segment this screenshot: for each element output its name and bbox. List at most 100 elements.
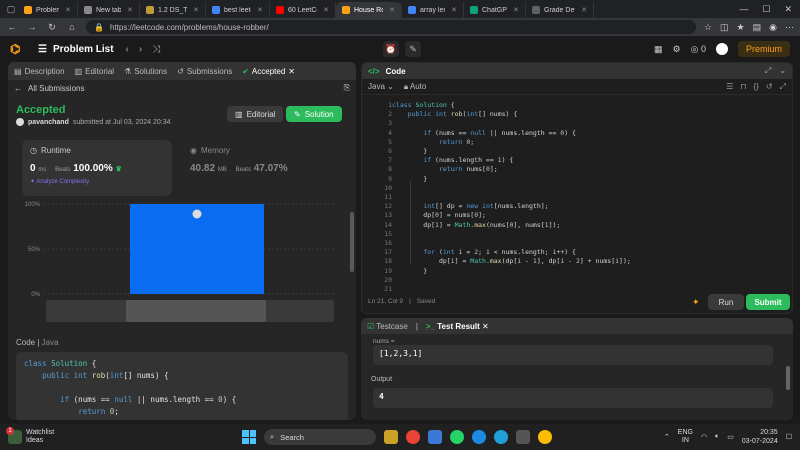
browser-tab[interactable]: 60 LeetCode ✕ <box>270 2 336 18</box>
browser-tab[interactable]: Problems - L ✕ <box>18 2 78 18</box>
close-window-icon[interactable]: ✕ <box>784 4 792 15</box>
notifications-icon[interactable]: ☐ <box>786 433 792 441</box>
reload-icon[interactable]: ↻ <box>46 22 58 33</box>
language-indicator[interactable]: ENG IN <box>678 429 693 445</box>
minimize-icon[interactable]: — <box>739 4 748 15</box>
file-explorer-icon[interactable] <box>384 430 398 444</box>
whatsapp-icon[interactable] <box>450 430 464 444</box>
analyze-complexity-link[interactable]: ✦ Analyze Complexity <box>30 178 164 185</box>
home-icon[interactable]: ⌂ <box>66 22 78 32</box>
snipping-tool-icon[interactable] <box>516 430 530 444</box>
close-tab-icon[interactable]: ✕ <box>257 6 263 14</box>
all-submissions-link[interactable]: ← All Submissions ⎘ <box>8 80 356 96</box>
tab-description[interactable]: ▤ Description <box>14 67 65 76</box>
test-scrollbar[interactable] <box>786 366 790 390</box>
avatar[interactable] <box>715 43 728 55</box>
share-icon[interactable]: ⎘ <box>344 83 350 93</box>
close-tab-icon[interactable]: ✕ <box>323 6 329 14</box>
browser-tab[interactable]: best leetcod ✕ <box>206 2 270 18</box>
leetcode-logo-icon[interactable]: ⌬ <box>10 42 24 56</box>
chevron-down-icon[interactable]: ⌄ <box>779 66 786 76</box>
close-tab-icon[interactable]: ✕ <box>193 6 199 14</box>
code-section-label: Code | Java <box>16 338 59 347</box>
close-tab-icon[interactable]: ✕ <box>288 67 295 76</box>
reset-icon[interactable]: ↺ <box>766 82 773 92</box>
braces-icon[interactable]: {} <box>754 82 759 92</box>
close-tab-icon[interactable]: ✕ <box>451 6 457 14</box>
windows-start-icon[interactable] <box>242 430 256 444</box>
maximize-icon[interactable]: ☐ <box>762 4 770 15</box>
chrome-icon[interactable] <box>406 430 420 444</box>
profile-icon[interactable]: ◉ <box>769 22 777 33</box>
back-icon[interactable]: ← <box>6 22 18 32</box>
language-select[interactable]: Java ⌄ <box>368 82 394 91</box>
wifi-icon[interactable]: ◠ <box>701 433 707 441</box>
browser-tab[interactable]: New tab ✕ <box>78 2 140 18</box>
username[interactable]: pavanchand <box>28 119 69 126</box>
close-tab-icon[interactable]: ✕ <box>513 6 519 14</box>
more-icon[interactable]: ⋯ <box>785 22 794 33</box>
runtime-distribution-chart[interactable]: 100% 50% 0% <box>16 198 346 328</box>
vscode-icon[interactable] <box>428 430 442 444</box>
close-tab-icon[interactable]: ✕ <box>482 322 489 331</box>
tab-solutions[interactable]: ⚗ Solutions <box>124 67 167 76</box>
code-line: if (nums == null || nums.length == 0) { <box>423 128 576 137</box>
format-icon[interactable]: ☰ <box>726 82 733 92</box>
fullscreen-icon[interactable]: ⤢ <box>780 82 786 92</box>
settings-icon[interactable]: ⚙ <box>673 44 681 55</box>
split-icon[interactable]: ◫ <box>720 22 729 33</box>
auto-mode-toggle[interactable]: 🔒︎ Auto <box>404 82 427 92</box>
run-button[interactable]: Run <box>708 294 744 310</box>
solution-button[interactable]: ✎ Solution <box>286 106 342 122</box>
runtime-value: 0 <box>30 163 36 174</box>
browser-tab[interactable]: House Robbe ✕ <box>336 2 402 18</box>
prev-problem-icon[interactable]: ‹ <box>126 44 129 55</box>
timer-icon[interactable]: ⏰ <box>383 41 399 57</box>
clock[interactable]: 20:35 03-07-2024 <box>742 428 778 446</box>
bookmark-icon[interactable]: ⊓ <box>740 82 746 92</box>
editor-code[interactable]: class Solution { public int rob(int[] nu… <box>392 99 631 294</box>
chrome-profile-icon[interactable] <box>538 430 552 444</box>
telegram-icon[interactable] <box>494 430 508 444</box>
tab-test-result[interactable]: >_ Test Result ✕ <box>426 322 489 331</box>
edge-icon[interactable] <box>472 430 486 444</box>
battery-icon[interactable]: ▭ <box>727 433 734 441</box>
editorial-button[interactable]: ▥ Editorial <box>227 106 284 122</box>
expand-icon[interactable]: ⤢ <box>765 66 771 76</box>
tab-testcase[interactable]: ☑ Testcase <box>367 322 408 331</box>
browser-tab[interactable]: ChatGPT ✕ <box>464 2 526 18</box>
close-tab-icon[interactable]: ✕ <box>127 6 133 14</box>
volume-icon[interactable]: 🔈︎ <box>715 433 719 441</box>
coins-badge[interactable]: ◎ 0 <box>691 44 706 55</box>
browser-tab[interactable]: array length ✕ <box>402 2 464 18</box>
ai-spark-icon[interactable]: ✦ <box>692 297 700 308</box>
star-icon[interactable]: ☆ <box>704 22 712 33</box>
testcase-label: Testcase <box>376 321 408 331</box>
widgets-button[interactable]: WatchlistIdeas <box>0 427 54 445</box>
taskbar-search[interactable]: ⌕ Search <box>264 429 376 445</box>
submit-button[interactable]: Submit <box>746 294 790 310</box>
close-tab-icon[interactable]: ✕ <box>389 6 395 14</box>
tab-accepted[interactable]: ✔ Accepted ✕ <box>242 67 295 76</box>
collections-icon[interactable]: ▤ <box>753 22 762 33</box>
layout-icon[interactable]: ▦ <box>654 44 663 55</box>
chevron-up-icon[interactable]: ⌃ <box>664 433 670 441</box>
tab-submissions[interactable]: ↺ Submissions <box>177 67 232 76</box>
memory-card[interactable]: ◉ Memory 40.82 MB Beats 47.07% <box>190 140 340 196</box>
browser-tab[interactable]: 1.2 DS_Time ✕ <box>140 2 206 18</box>
forward-icon[interactable]: → <box>26 22 38 32</box>
tab-editorial[interactable]: ▥ Editorial <box>75 67 114 76</box>
close-tab-icon[interactable]: ✕ <box>581 6 587 14</box>
browser-menu-icon[interactable]: ▢ <box>4 2 18 16</box>
panel-scrollbar[interactable] <box>350 212 354 272</box>
close-tab-icon[interactable]: ✕ <box>65 6 71 14</box>
notes-icon[interactable]: ✎ <box>405 41 421 57</box>
problem-list-button[interactable]: ☰ Problem List <box>38 44 114 55</box>
url-field[interactable]: 🔒 https://leetcode.com/problems/house-ro… <box>86 20 696 34</box>
favorites-icon[interactable]: ★ <box>737 22 745 33</box>
next-problem-icon[interactable]: › <box>139 44 142 55</box>
browser-tab[interactable]: Grade Detai ✕ <box>526 2 594 18</box>
runtime-card[interactable]: ◷ Runtime 0 ms Beats 100.00% ♛ ✦ Analyze … <box>22 140 172 196</box>
premium-button[interactable]: Premium <box>737 41 790 57</box>
shuffle-icon[interactable]: ⤨ <box>152 44 160 55</box>
